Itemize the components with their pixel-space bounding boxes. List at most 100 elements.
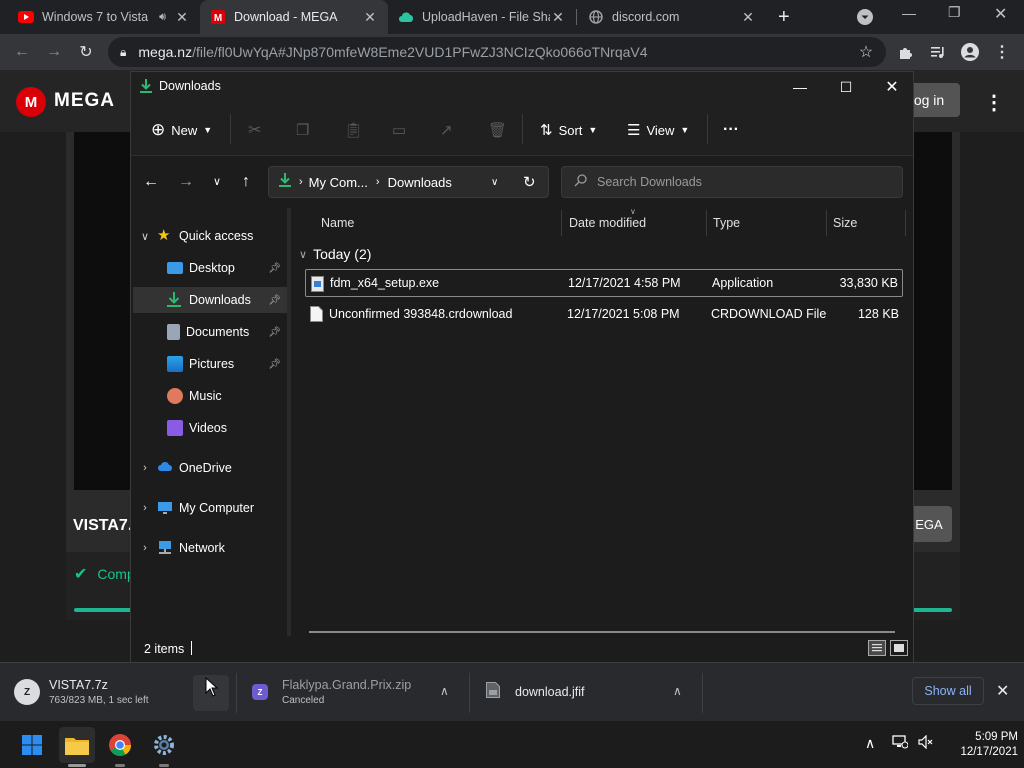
settings-taskbar-button[interactable] (146, 727, 182, 763)
see-more-button[interactable]: ··· (723, 119, 739, 141)
chrome-taskbar-button[interactable] (102, 727, 138, 763)
view-button[interactable]: ☰ View ▼ (627, 119, 689, 141)
tab-search-icon[interactable] (857, 9, 873, 25)
pin-icon[interactable]: 📌︎ (268, 327, 281, 338)
nav-music[interactable]: Music (133, 383, 287, 409)
nav-desktop[interactable]: Desktop 📌︎ (133, 255, 287, 281)
tab-uploadhaven[interactable]: UploadHaven - File Sha ✕ (388, 0, 576, 34)
download-item-jfif[interactable]: download.jfif (486, 663, 686, 721)
close-tab-icon[interactable]: ✕ (740, 9, 756, 26)
close-shelf-icon[interactable]: ✕ (996, 681, 1009, 701)
minimize-icon[interactable]: — (902, 5, 916, 21)
tab-discord[interactable]: discord.com ✕ (578, 0, 766, 34)
mega-wordmark[interactable]: MEGA (54, 90, 115, 112)
start-button[interactable] (14, 727, 50, 763)
column-divider[interactable] (561, 210, 562, 236)
nav-videos[interactable]: Videos (133, 415, 287, 441)
download-item-flaklypa[interactable]: Z Flaklypa.Grand.Prix.zip Canceled (252, 663, 462, 721)
explorer-minimize-icon[interactable]: — (777, 72, 823, 102)
speaker-icon[interactable]: 🔊︎ (159, 11, 166, 24)
paste-icon[interactable]: 📋︎ (344, 119, 363, 141)
profile-avatar-icon[interactable] (958, 40, 982, 64)
nav-my-computer[interactable]: › My Computer (133, 495, 287, 521)
search-downloads-input[interactable]: Search Downloads (561, 166, 903, 198)
up-folder-icon[interactable]: ↑ (234, 173, 258, 191)
download-name: Flaklypa.Grand.Prix.zip (282, 678, 412, 692)
media-control-icon[interactable] (926, 40, 950, 64)
breadcrumb-downloads[interactable]: Downloads (388, 175, 452, 190)
new-tab-icon[interactable]: + (778, 6, 790, 29)
mega-logo[interactable]: M (16, 87, 46, 117)
bookmark-star-icon[interactable]: ☆ (854, 40, 878, 64)
system-clock[interactable]: 5:09 PM 12/17/2021 (948, 730, 1018, 760)
column-header-name[interactable]: Name (321, 216, 354, 230)
mega-file-name: VISTA7. (73, 517, 133, 534)
address-bar[interactable]: 🔒︎ mega.nz/file/fl0UwYqA#JNp870mfeW8Eme2… (108, 37, 886, 67)
nav-quick-access[interactable]: ∨ ★ Quick access (133, 223, 287, 249)
chevron-up-icon[interactable]: ∧ (440, 684, 449, 698)
explorer-forward-icon[interactable]: → (174, 173, 198, 191)
new-button[interactable]: ⊕ New ▼ (151, 119, 212, 141)
column-divider[interactable] (905, 210, 906, 236)
chevron-right-icon[interactable]: › (133, 462, 157, 474)
chevron-right-icon[interactable]: › (133, 542, 157, 554)
nav-network[interactable]: › Network (133, 535, 287, 561)
column-divider[interactable] (706, 210, 707, 236)
explorer-close-icon[interactable]: ✕ (869, 72, 915, 102)
show-all-button[interactable]: Show all (912, 677, 984, 705)
nav-documents[interactable]: Documents 📌︎ (133, 319, 287, 345)
reload-icon[interactable]: ↻ (74, 40, 98, 64)
refresh-icon[interactable]: ↻ (523, 173, 536, 191)
explorer-title-bar[interactable]: Downloads — ☐ ✕ (131, 72, 913, 102)
lock-icon[interactable]: 🔒︎ (120, 45, 126, 60)
chrome-menu-icon[interactable]: ⋮ (990, 40, 1014, 64)
rename-icon[interactable]: ▭ (392, 119, 406, 141)
file-row[interactable]: Unconfirmed 393848.crdownload 12/17/2021… (305, 300, 903, 328)
cut-icon[interactable]: ✂ (248, 119, 261, 141)
delete-icon[interactable]: 🗑︎ (488, 119, 507, 141)
restore-icon[interactable]: ❐ (948, 4, 961, 21)
column-header-type[interactable]: Type (713, 216, 740, 230)
nav-downloads[interactable]: Downloads 📌︎ (133, 287, 287, 313)
chevron-down-icon[interactable]: ∨ (133, 230, 157, 243)
breadcrumb-my-computer[interactable]: My Com... (309, 175, 368, 190)
copy-icon[interactable]: ❐ (296, 119, 309, 141)
sort-button[interactable]: ⇅ Sort ▼ (540, 119, 597, 141)
file-row[interactable]: fdm_x64_setup.exe 12/17/2021 4:58 PM App… (305, 269, 903, 297)
close-tab-icon[interactable]: ✕ (174, 9, 190, 26)
close-tab-icon[interactable]: ✕ (550, 9, 566, 26)
details-view-icon[interactable] (868, 640, 886, 656)
column-header-size[interactable]: Size (833, 216, 857, 230)
file-explorer-taskbar-button[interactable] (59, 727, 95, 763)
horizontal-scrollbar[interactable] (309, 631, 895, 633)
extensions-icon[interactable] (894, 40, 918, 64)
column-header-date-modified[interactable]: Date modified (569, 216, 646, 230)
chevron-right-icon[interactable]: › (133, 502, 157, 514)
volume-muted-icon[interactable] (918, 734, 934, 752)
network-status-icon[interactable] (892, 735, 909, 752)
mega-menu-icon[interactable]: ⋮ (984, 90, 1004, 115)
explorer-back-icon[interactable]: ← (139, 173, 163, 191)
group-header-today[interactable]: ∨ Today (2) (299, 246, 371, 262)
close-window-icon[interactable]: ✕ (994, 4, 1007, 24)
back-icon[interactable]: ← (10, 40, 34, 64)
pin-icon[interactable]: 📌︎ (268, 295, 281, 306)
pin-icon[interactable]: 📌︎ (268, 359, 281, 370)
tab-windows-7-to-vista[interactable]: Windows 7 to Vista 🔊︎ ✕ (8, 0, 200, 34)
explorer-address-bar[interactable]: › My Com... › Downloads ∨ ↻ (268, 166, 549, 198)
chevron-up-icon[interactable]: ∧ (673, 684, 682, 698)
uploadhaven-icon (398, 9, 414, 25)
nav-onedrive[interactable]: › OneDrive (133, 455, 287, 481)
show-hidden-icons-icon[interactable]: ∧ (865, 735, 875, 752)
nav-pictures[interactable]: Pictures 📌︎ (133, 351, 287, 377)
column-divider[interactable] (826, 210, 827, 236)
address-dropdown-icon[interactable]: ∨ (491, 177, 498, 188)
tab-download-mega[interactable]: M Download - MEGA ✕ (200, 0, 388, 34)
forward-icon[interactable]: → (42, 40, 66, 64)
pin-icon[interactable]: 📌︎ (268, 263, 281, 274)
close-tab-icon[interactable]: ✕ (362, 9, 378, 26)
large-icons-view-icon[interactable] (890, 640, 908, 656)
share-icon[interactable]: ↗ (440, 119, 453, 141)
recent-locations-icon[interactable]: ∨ (205, 175, 229, 188)
explorer-maximize-icon[interactable]: ☐ (823, 72, 869, 102)
